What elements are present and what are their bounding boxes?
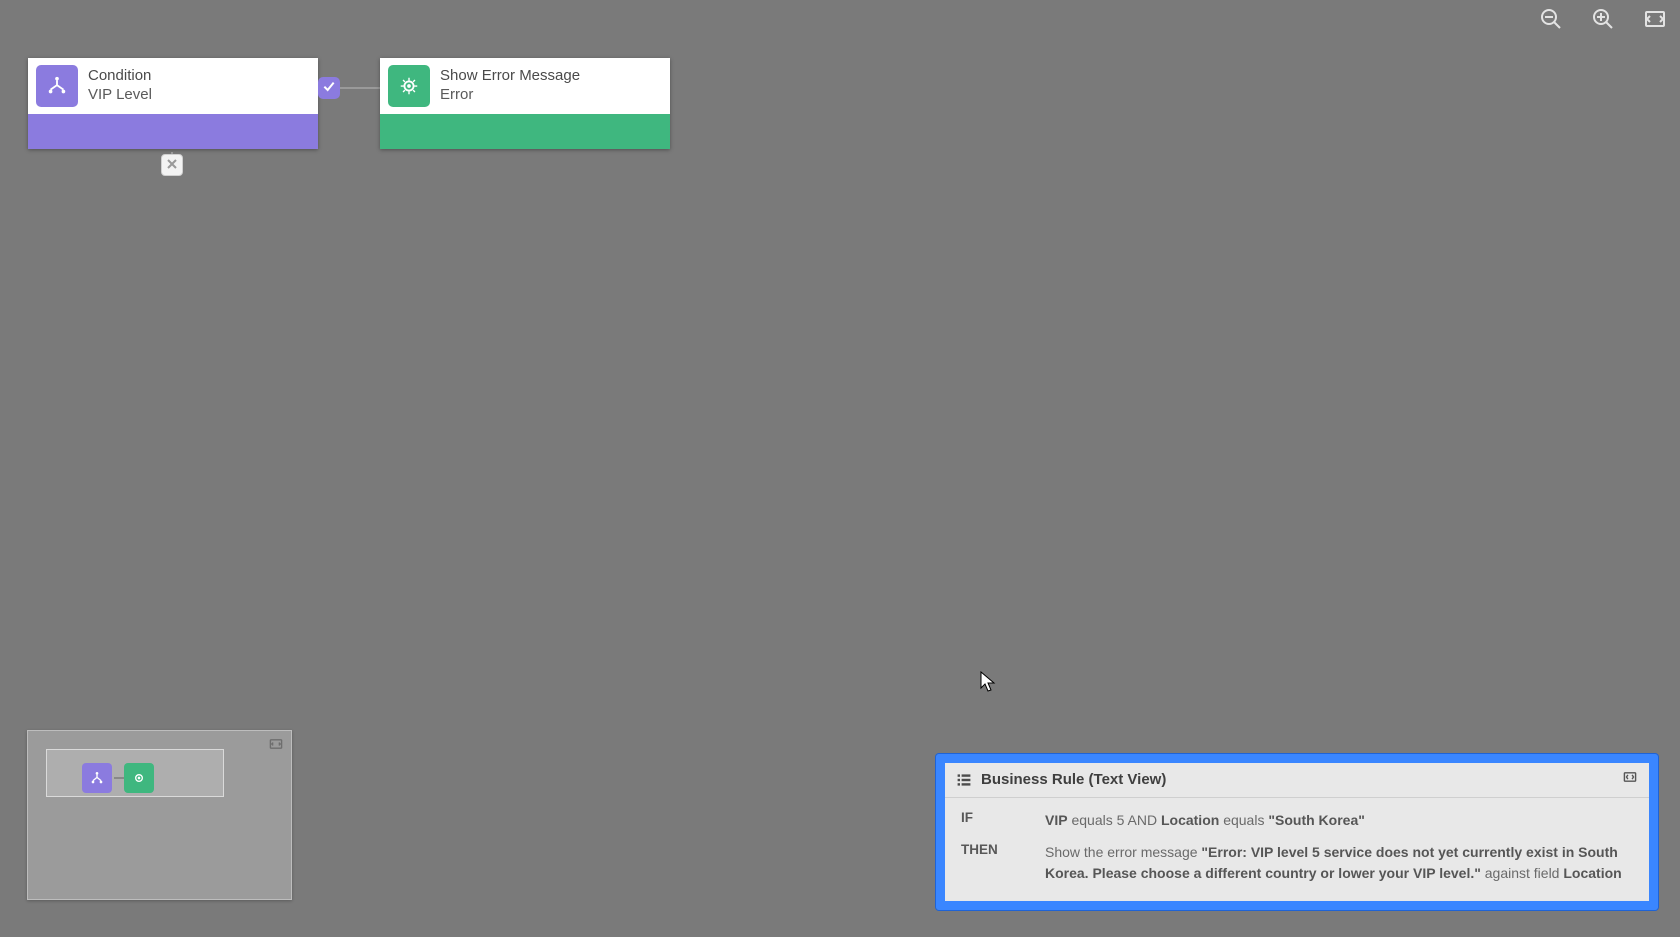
zoom-out-icon xyxy=(1539,7,1563,36)
then-field: Location xyxy=(1563,865,1621,881)
x-icon xyxy=(167,158,177,172)
text-view-collapse-button[interactable] xyxy=(1621,771,1639,789)
action-node-title: Show Error Message xyxy=(440,67,580,86)
action-node[interactable]: Show Error Message Error xyxy=(380,58,670,149)
text-view-panel-highlight: Business Rule (Text View) IF VIP equals … xyxy=(936,754,1658,910)
then-prefix: Show the error message xyxy=(1045,844,1201,860)
then-keyword: THEN xyxy=(961,842,1033,885)
action-node-strip xyxy=(380,114,670,149)
if-expression: VIP equals 5 AND Location equals "South … xyxy=(1045,810,1633,832)
then-expression: Show the error message "Error: VIP level… xyxy=(1045,842,1633,885)
minimap-action-node xyxy=(124,763,154,793)
fit-to-screen-icon xyxy=(1643,7,1667,36)
check-icon xyxy=(321,78,337,99)
collapse-icon xyxy=(1623,770,1637,789)
connector-line xyxy=(340,87,380,89)
if-op-1: equals 5 AND xyxy=(1068,812,1161,828)
minimap[interactable] xyxy=(27,730,292,900)
minimap-expand-button[interactable] xyxy=(267,737,285,755)
connector-false-badge xyxy=(161,154,183,176)
condition-node-title: Condition xyxy=(88,67,152,86)
text-view-panel[interactable]: Business Rule (Text View) IF VIP equals … xyxy=(945,763,1649,901)
condition-node-header: Condition VIP Level xyxy=(28,58,318,114)
zoom-in-icon xyxy=(1591,7,1615,36)
action-node-header: Show Error Message Error xyxy=(380,58,670,114)
text-view-header: Business Rule (Text View) xyxy=(945,763,1649,798)
if-field-1: VIP xyxy=(1045,812,1068,828)
if-keyword: IF xyxy=(961,810,1033,832)
if-value-2: "South Korea" xyxy=(1268,812,1365,828)
action-icon xyxy=(388,65,430,107)
minimap-connector xyxy=(114,777,124,779)
condition-icon xyxy=(36,65,78,107)
mouse-cursor-icon xyxy=(980,671,998,693)
connector-true-badge xyxy=(318,77,340,99)
text-view-title: Business Rule (Text View) xyxy=(981,771,1613,788)
canvas-toolbar xyxy=(1536,6,1670,36)
action-node-subtitle: Error xyxy=(440,86,580,105)
minimap-condition-node xyxy=(82,763,112,793)
condition-node[interactable]: Condition VIP Level xyxy=(28,58,318,149)
zoom-in-button[interactable] xyxy=(1588,6,1618,36)
condition-node-subtitle: VIP Level xyxy=(88,86,152,105)
condition-node-strip xyxy=(28,114,318,149)
expand-icon xyxy=(269,737,283,756)
text-view-body: IF VIP equals 5 AND Location equals "Sou… xyxy=(945,798,1649,901)
if-field-2: Location xyxy=(1161,812,1219,828)
zoom-out-button[interactable] xyxy=(1536,6,1566,36)
list-icon xyxy=(955,771,973,789)
if-op-2: equals xyxy=(1219,812,1268,828)
then-mid: against field xyxy=(1481,865,1564,881)
fit-to-screen-button[interactable] xyxy=(1640,6,1670,36)
